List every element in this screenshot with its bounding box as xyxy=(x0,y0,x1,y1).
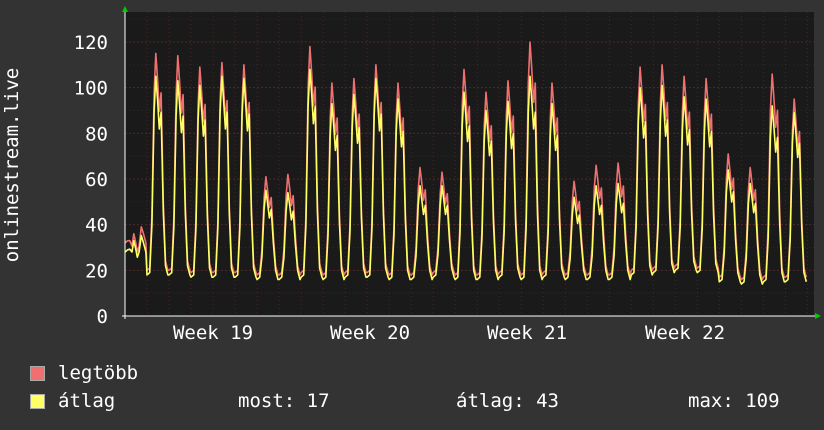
y-tick-label: 80 xyxy=(85,123,108,145)
x-tick-label: Week 21 xyxy=(487,322,567,344)
y-tick-label: 60 xyxy=(85,169,108,191)
max-swatch xyxy=(30,365,45,381)
legend-item-max: legtöbb xyxy=(30,362,138,384)
legend-item-avg: átlag xyxy=(30,390,115,412)
x-tick-label: Week 20 xyxy=(330,322,410,344)
y-tick-label: 100 xyxy=(74,78,108,100)
y-tick-label: 20 xyxy=(85,260,108,282)
y-tick-label: 120 xyxy=(74,32,108,54)
x-axis-arrow xyxy=(815,313,821,319)
y-tick-label: 40 xyxy=(85,215,108,237)
y-axis-label: onlinestream.live xyxy=(1,67,23,263)
stat-avg: átlag: 43 xyxy=(456,390,559,412)
y-tick-label: 0 xyxy=(97,306,108,328)
x-tick-labels: Week 19 Week 20 Week 21 Week 22 xyxy=(173,322,725,344)
legend-max-label: legtöbb xyxy=(58,362,139,384)
legend-avg-label: átlag xyxy=(58,390,116,412)
y-axis-arrow xyxy=(122,6,128,12)
x-tick-label: Week 22 xyxy=(645,322,725,344)
x-tick-label: Week 19 xyxy=(173,322,253,344)
stat-max: max: 109 xyxy=(688,390,780,412)
stat-now: most: 17 xyxy=(238,390,330,412)
y-tick-labels: 0 20 40 60 80 100 120 xyxy=(74,32,108,328)
avg-swatch xyxy=(30,393,45,409)
